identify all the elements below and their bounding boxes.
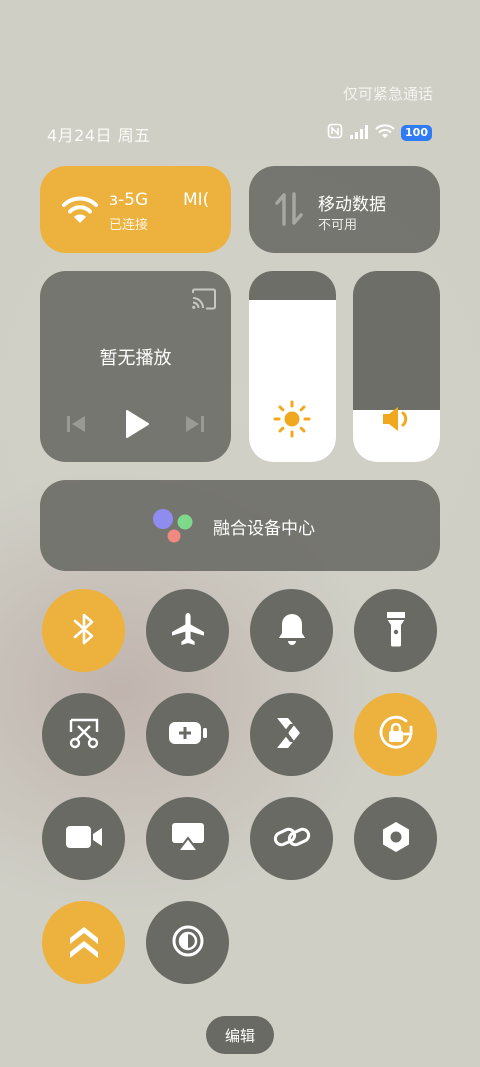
battery-saver-icon (168, 721, 208, 749)
airplane-toggle[interactable] (146, 589, 229, 672)
signal-icon (349, 124, 369, 143)
bluetooth-icon (71, 612, 97, 650)
rotation-lock-icon (376, 713, 416, 757)
airplay-icon (170, 821, 206, 857)
screen-cast-toggle[interactable] (146, 797, 229, 880)
device-center-label: 融合设备中心 (213, 519, 315, 539)
link-toggle[interactable] (250, 797, 333, 880)
sun-icon (273, 400, 311, 442)
edit-button[interactable]: 编辑 (206, 1016, 274, 1054)
flashlight-icon (384, 610, 408, 652)
brightness-slider[interactable] (249, 271, 336, 462)
contrast-icon (171, 924, 205, 962)
link-icon (273, 822, 311, 856)
mobile-data-tile[interactable]: 移动数据 不可用 (249, 166, 440, 253)
link-share-toggle[interactable] (250, 693, 333, 776)
nfc-icon (327, 123, 343, 143)
dark-mode-toggle[interactable] (146, 901, 229, 984)
screen-record-toggle[interactable] (42, 797, 125, 880)
previous-icon[interactable] (66, 414, 86, 438)
settings-toggle[interactable] (354, 797, 437, 880)
media-player-tile[interactable]: 暂无播放 (40, 271, 231, 462)
share-arrow-icon (274, 715, 310, 755)
volume-slider[interactable] (353, 271, 440, 462)
wifi-ssid: ɜ-5G (109, 190, 149, 210)
airplane-icon (170, 611, 206, 651)
status-icons: 100 (327, 123, 432, 143)
hexagon-icon (379, 820, 413, 858)
speaker-icon (381, 405, 413, 437)
next-icon[interactable] (185, 414, 205, 438)
date-text: 4月24日 周五 (47, 126, 151, 145)
screenshot-toggle[interactable] (42, 693, 125, 776)
wifi-ssid-overflow: MI( (183, 190, 210, 210)
emergency-call-text: 仅可紧急通话 (342, 85, 433, 103)
play-icon[interactable] (124, 409, 150, 443)
cast-icon[interactable] (191, 288, 217, 314)
battery-saver-toggle[interactable] (146, 693, 229, 776)
bell-toggle[interactable] (250, 589, 333, 672)
screenshot-icon (67, 716, 101, 754)
device-center-icon (150, 507, 196, 549)
video-camera-icon (65, 824, 103, 854)
bluetooth-toggle[interactable] (42, 589, 125, 672)
double-chevron-up-icon (68, 924, 100, 962)
mobile-data-title: 移动数据 (318, 195, 386, 215)
performance-toggle[interactable] (42, 901, 125, 984)
data-arrows-icon (275, 192, 303, 230)
wifi-icon (62, 194, 98, 228)
wifi-status: 已连接 (109, 218, 149, 233)
flashlight-toggle[interactable] (354, 589, 437, 672)
bell-icon (276, 611, 308, 651)
mobile-data-status: 不可用 (318, 218, 358, 233)
battery-icon: 100 (401, 125, 432, 141)
wifi-tile[interactable]: ɜ-5G MI( 已连接 (40, 166, 231, 253)
now-playing-text: 暂无播放 (99, 348, 172, 369)
device-center-tile[interactable]: 融合设备中心 (40, 480, 440, 571)
wifi-icon (375, 123, 395, 143)
rotation-lock-toggle[interactable] (354, 693, 437, 776)
